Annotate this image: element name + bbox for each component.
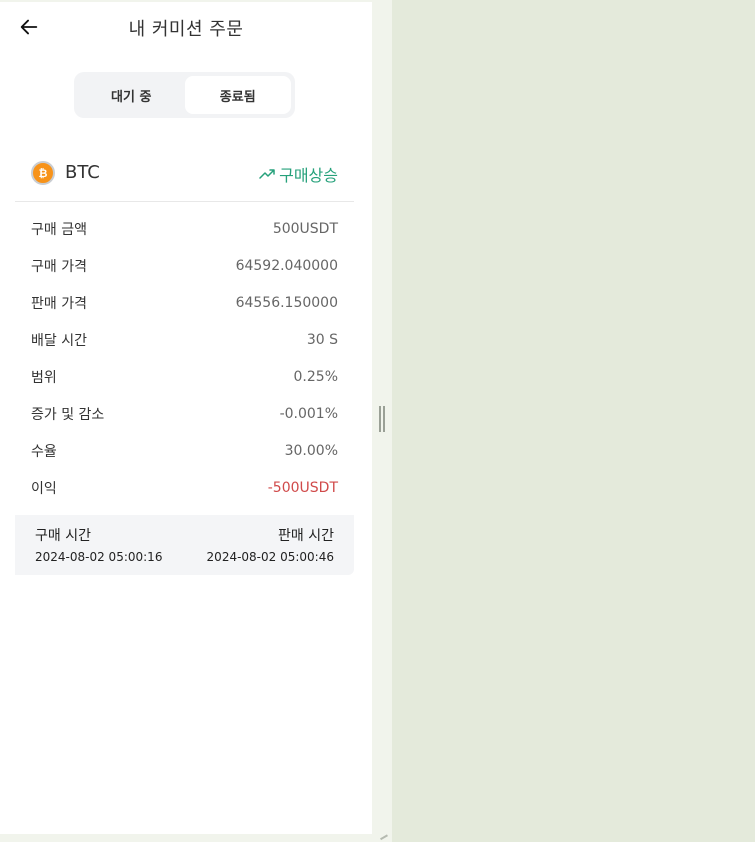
buy-time-label: 구매 시간 — [35, 528, 91, 544]
detail-row: 구매 금액 500USDT — [15, 210, 354, 247]
profit-value: -500USDT — [267, 479, 338, 496]
detail-label: 증가 및 감소 — [31, 406, 105, 423]
order-panel: 내 커미션 주문 대기 중 종료됨 ₿ BTC 구매상승 구매 금액 500US… — [0, 2, 372, 834]
detail-value: 0.25% — [293, 368, 338, 385]
detail-label: 범위 — [31, 369, 57, 386]
detail-label: 수율 — [31, 443, 57, 460]
detail-row: 이익 -500USDT — [15, 469, 354, 506]
detail-value: 64592.040000 — [235, 257, 338, 274]
detail-label: 배달 시간 — [31, 332, 87, 349]
detail-label: 판매 가격 — [31, 295, 87, 312]
buy-time-group: 구매 시간 2024-08-02 05:00:16 — [35, 525, 162, 564]
order-details: 구매 금액 500USDT 구매 가격 64592.040000 판매 가격 6… — [15, 210, 354, 506]
detail-row: 배달 시간 30 S — [15, 321, 354, 358]
detail-label: 구매 가격 — [31, 258, 87, 275]
tab-pending[interactable]: 대기 중 — [78, 76, 185, 114]
detail-value: 30.00% — [284, 442, 338, 459]
buy-time-value: 2024-08-02 05:00:16 — [35, 550, 163, 564]
time-box: 구매 시간 2024-08-02 05:00:16 판매 시간 2024-08-… — [15, 515, 354, 575]
detail-row: 증가 및 감소 -0.001% — [15, 395, 354, 432]
sell-time-value: 2024-08-02 05:00:46 — [206, 550, 334, 564]
page-title: 내 커미션 주문 — [128, 19, 244, 40]
bitcoin-icon: ₿ — [31, 161, 55, 185]
resize-handle[interactable] — [379, 406, 385, 432]
detail-row: 수율 30.00% — [15, 432, 354, 469]
detail-row: 범위 0.25% — [15, 358, 354, 395]
detail-row: 구매 가격 64592.040000 — [15, 247, 354, 284]
detail-row: 판매 가격 64556.150000 — [15, 284, 354, 321]
sell-time-label: 판매 시간 — [278, 528, 334, 544]
detail-label: 이익 — [31, 480, 57, 497]
detail-label: 구매 금액 — [31, 221, 87, 238]
tab-closed[interactable]: 종료됨 — [184, 76, 291, 114]
coin-name: BTC — [65, 162, 100, 183]
detail-value: -0.001% — [279, 405, 338, 422]
direction-label: 구매상승 — [279, 166, 338, 185]
sell-time-group: 판매 시간 2024-08-02 05:00:46 — [207, 525, 334, 564]
order-status-tabs: 대기 중 종료됨 — [74, 72, 295, 118]
coin-row: ₿ BTC 구매상승 — [15, 152, 354, 202]
detail-value: 500USDT — [272, 220, 338, 237]
trend-up-icon — [259, 169, 275, 179]
detail-value: 64556.150000 — [235, 294, 338, 311]
direction-badge: 구매상승 — [259, 162, 338, 186]
header: 내 커미션 주문 — [0, 2, 372, 52]
detail-value: 30 S — [306, 331, 338, 348]
